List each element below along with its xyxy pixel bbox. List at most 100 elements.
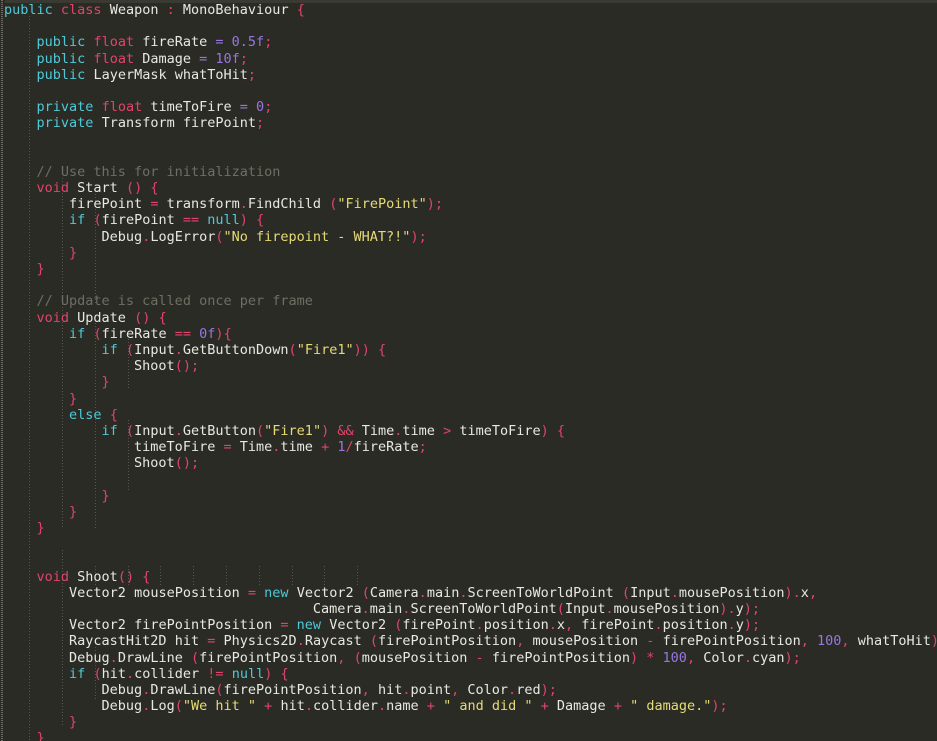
code-token: class <box>60 2 102 18</box>
code-line[interactable]: } <box>4 730 937 741</box>
code-token: } <box>101 374 110 391</box>
code-line[interactable]: public float Damage = 10f; <box>4 51 937 67</box>
code-surface[interactable]: public class Weapon : MonoBehaviour { pu… <box>0 0 937 741</box>
code-token: ; <box>190 358 200 375</box>
code-token: null <box>207 212 240 229</box>
code-token: public <box>36 50 86 67</box>
code-line[interactable]: RaycastHit2D hit = Physics2D.Raycast (fi… <box>4 633 937 649</box>
code-line[interactable]: // Use this for initialization <box>4 164 937 180</box>
code-line[interactable]: Debug.DrawLine(firePointPosition, hit.po… <box>4 682 937 698</box>
code-token: Start <box>77 180 118 197</box>
code-token: } <box>69 244 78 261</box>
code-line[interactable]: if (firePoint == null) { <box>4 212 937 228</box>
code-token: RaycastHit2D <box>69 633 167 650</box>
code-token: main <box>369 600 403 617</box>
code-line[interactable]: void Shoot() { <box>4 569 937 585</box>
code-line[interactable]: Debug.Log("We hit " + hit.collider.name … <box>4 698 937 714</box>
code-token: Vector2 <box>69 584 126 601</box>
code-token: "We hit " <box>182 698 257 715</box>
code-line[interactable]: Vector2 mousePosition = new Vector2 (Cam… <box>4 585 937 601</box>
code-token: , <box>800 633 809 650</box>
code-line[interactable]: Debug.DrawLine (firePointPosition, (mous… <box>4 650 937 666</box>
code-line[interactable]: if (Input.GetButtonDown("Fire1")) { <box>4 342 937 358</box>
code-line[interactable]: } <box>4 520 937 536</box>
code-token: ( <box>93 665 102 682</box>
breakpoint-gutter[interactable] <box>0 0 5 741</box>
code-token: mousePosition <box>361 649 468 666</box>
code-token: { <box>158 309 167 326</box>
code-line[interactable]: public float fireRate = 0.5f; <box>4 34 937 50</box>
code-line[interactable]: Debug.LogError("No firepoint - WHAT?!"); <box>4 229 937 245</box>
code-token: Vector2 <box>296 584 354 601</box>
code-token: , <box>565 617 574 634</box>
code-line[interactable]: Shoot(); <box>4 358 937 374</box>
code-line[interactable]: private Transform firePoint; <box>4 115 937 131</box>
code-token: Camera <box>369 584 419 601</box>
code-token: : <box>166 2 175 18</box>
code-token: whatToHit <box>174 66 248 83</box>
code-line[interactable]: firePoint = transform.FindChild ("FirePo… <box>4 196 937 212</box>
code-line[interactable]: Camera.main.ScreenToWorldPoint(Input.mou… <box>4 601 937 617</box>
code-line[interactable] <box>4 277 937 293</box>
code-token: timeToFire <box>150 99 232 116</box>
code-line[interactable] <box>4 132 937 148</box>
code-line[interactable]: void Update () { <box>4 310 937 326</box>
code-line[interactable]: } <box>4 488 937 504</box>
code-token: whatToHit <box>857 633 931 650</box>
code-line[interactable]: } <box>4 245 937 261</box>
code-token: Shoot <box>77 568 118 585</box>
code-token: name <box>386 698 419 715</box>
code-line[interactable] <box>4 471 937 487</box>
code-line[interactable]: Vector2 firePointPosition = new Vector2 … <box>4 617 937 633</box>
code-line[interactable] <box>4 148 937 164</box>
code-token: . <box>548 617 557 634</box>
code-line[interactable]: } <box>4 391 937 407</box>
code-token: () <box>134 309 151 326</box>
code-line[interactable]: timeToFire = Time.time + 1/fireRate; <box>4 439 937 455</box>
code-line[interactable]: public LayerMask whatToHit; <box>4 67 937 83</box>
code-line[interactable] <box>4 552 937 568</box>
code-line[interactable]: } <box>4 261 937 277</box>
code-line[interactable]: void Start () { <box>4 180 937 196</box>
code-line[interactable]: private float timeToFire = 0; <box>4 99 937 115</box>
code-line[interactable]: if (fireRate == 0f){ <box>4 326 937 342</box>
code-line[interactable] <box>4 536 937 552</box>
code-token: Debug <box>69 649 110 666</box>
code-editor-window[interactable]: public class Weapon : MonoBehaviour { pu… <box>0 0 937 741</box>
code-line[interactable]: // Update is called once per frame <box>4 293 937 309</box>
code-token: firePoint <box>402 617 476 634</box>
code-token: } <box>69 503 78 520</box>
code-line[interactable]: public class Weapon : MonoBehaviour { <box>4 2 937 18</box>
code-line[interactable] <box>4 83 937 99</box>
code-line[interactable]: } <box>4 374 937 390</box>
code-token: ( <box>288 341 297 358</box>
code-text-area[interactable]: public class Weapon : MonoBehaviour { pu… <box>4 2 937 741</box>
code-token: } <box>101 487 110 504</box>
code-line[interactable]: } <box>4 714 937 730</box>
code-token: firePoint <box>101 212 175 229</box>
code-line[interactable]: if (Input.GetButton("Fire1") && Time.tim… <box>4 423 937 439</box>
code-line[interactable] <box>4 18 937 34</box>
code-line[interactable]: Shoot(); <box>4 455 937 471</box>
code-line[interactable]: if (hit.collider != null) { <box>4 666 937 682</box>
code-line[interactable]: } <box>4 504 937 520</box>
code-token: time <box>280 439 313 456</box>
code-line[interactable]: else { <box>4 407 937 423</box>
